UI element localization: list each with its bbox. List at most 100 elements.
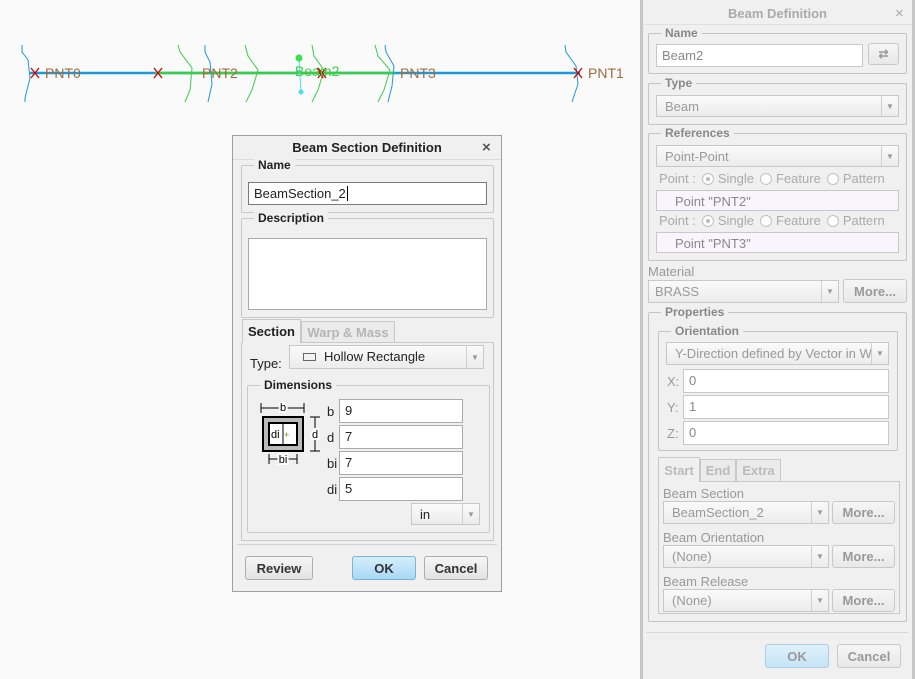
tab-end[interactable]: End [700,459,736,481]
svg-text:bi: bi [279,454,288,466]
properties-group: Properties Orientation Y-Direction defin… [648,305,907,622]
radio-feature[interactable] [760,215,772,227]
name-group: Name Beam2 ⇄ [648,26,907,74]
dim-label-di: di [327,482,338,497]
tab-section[interactable]: Section [242,319,301,343]
beam-section-select[interactable]: BeamSection_2 ▼ [663,501,829,524]
swap-icon: ⇄ [878,47,889,61]
radio-pattern[interactable] [826,173,839,185]
beam-orientation-select[interactable]: (None) ▼ [663,545,829,568]
dim-label-d: d [327,430,335,445]
dim-label-bi: bi [327,456,338,471]
svg-text:+: + [284,430,289,440]
dialog-title-bar[interactable]: Beam Section Definition [233,136,501,160]
chevron-down-icon: ▼ [462,504,479,524]
x-input[interactable]: 0 [683,369,889,393]
orientation-group: Orientation Y-Direction defined by Vecto… [658,324,898,451]
tab-extra[interactable]: Extra [736,459,781,481]
section-tab-panel: Type: Hollow Rectangle ▼ Dimensions b d b… [241,342,494,541]
ok-button[interactable]: OK [765,644,829,668]
vector-handle-icon[interactable] [298,89,304,95]
dim-input-bi[interactable]: 7 [339,451,463,475]
chevron-down-icon: ▼ [811,546,828,567]
z-label: Z: [667,426,679,441]
dim-input-b[interactable]: 9 [339,399,463,423]
svg-text:b: b [280,402,286,414]
beam-name-input[interactable]: Beam2 [656,44,863,67]
chevron-down-icon: ▼ [811,590,828,611]
type-label: Type: [250,356,282,371]
review-button[interactable]: Review [245,556,313,580]
point2-collector[interactable]: Point "PNT3" [656,232,899,253]
radio-pattern[interactable] [826,215,839,227]
name-input[interactable]: BeamSection_2 [248,182,487,205]
type-select[interactable]: Hollow Rectangle ▼ [289,345,484,369]
references-label: References [661,126,734,140]
description-label: Description [254,211,329,225]
description-group: Description [241,211,494,318]
point-label-pnt1[interactable]: PNT1 [588,65,624,81]
type-label: Type [661,76,697,90]
orientation-label: Orientation [671,324,744,338]
tab-warp-mass[interactable]: Warp & Mass [301,321,395,342]
cancel-button[interactable]: Cancel [424,556,488,580]
svg-text:d: d [312,429,318,441]
beam-orientation-more-button[interactable]: More... [832,545,895,568]
x-label: X: [667,374,680,389]
chevron-down-icon: ▼ [871,343,888,364]
point-label-pnt0[interactable]: PNT0 [45,65,81,81]
dim-input-d[interactable]: 7 [339,425,463,449]
dialog-title: Beam Section Definition [292,140,442,155]
beam-orientation-label: Beam Orientation [663,530,765,545]
point2-options: Point : Single Feature Pattern [659,213,885,228]
chevron-down-icon: ▼ [811,502,828,523]
panel-title-bar[interactable]: Beam Definition [643,3,912,25]
name-group: Name BeamSection_2 [241,158,494,213]
vector-handle-icon[interactable] [295,54,303,62]
beam-label[interactable]: Beam2 [295,63,339,79]
hollow-rectangle-diagram: b d bi di + [260,402,320,466]
point-symbol-pnt0 [21,45,31,102]
close-icon[interactable]: × [482,139,491,156]
beam-type-select[interactable]: Beam ▼ [656,95,899,117]
auto-name-button[interactable]: ⇄ [868,43,899,65]
point-label-pnt3[interactable]: PNT3 [400,65,436,81]
radio-single[interactable] [701,215,714,227]
close-icon[interactable]: × [895,5,904,22]
chevron-down-icon: ▼ [881,146,898,166]
beam-release-more-button[interactable]: More... [832,589,895,612]
point1-collector[interactable]: Point "PNT2" [656,190,899,211]
material-label: Material [648,264,695,279]
chevron-down-icon: ▼ [881,96,898,116]
divider [646,632,908,633]
dim-input-di[interactable]: 5 [339,477,463,501]
chevron-down-icon: ▼ [466,346,483,368]
references-select[interactable]: Point-Point ▼ [656,145,899,167]
description-textarea[interactable] [248,238,487,310]
point-label-pnt2[interactable]: PNT2 [202,65,238,81]
properties-label: Properties [661,305,729,319]
orientation-select[interactable]: Y-Direction defined by Vector in W ▼ [666,342,889,365]
y-input[interactable]: 1 [683,395,889,419]
dimensions-label: Dimensions [260,378,337,392]
radio-single[interactable] [701,173,714,185]
beam-section-dialog: Beam Section Definition × Name BeamSecti… [232,135,502,592]
unit-select[interactable]: in ▼ [411,503,480,525]
ok-button[interactable]: OK [352,556,416,580]
name-label: Name [661,26,702,40]
start-tab-panel: Beam Section BeamSection_2 ▼ More... Beam… [658,481,900,614]
radio-feature[interactable] [760,173,772,185]
model-canvas[interactable] [0,0,640,110]
cancel-button[interactable]: Cancel [837,644,901,668]
tab-start[interactable]: Start [658,457,700,482]
material-more-button[interactable]: More... [843,279,907,303]
hollow-rectangle-icon [303,353,316,361]
dimensions-group: Dimensions b d bi di + b 9 d 7 bi 7 di 5… [247,378,490,533]
beam-release-select[interactable]: (None) ▼ [663,589,829,612]
beam-section-more-button[interactable]: More... [832,501,895,524]
point1-options: Point : Single Feature Pattern [659,171,885,186]
z-input[interactable]: 0 [683,421,889,445]
type-group: Type Beam ▼ [648,76,907,125]
y-label: Y: [667,400,679,415]
material-select[interactable]: BRASS ▼ [648,280,839,303]
